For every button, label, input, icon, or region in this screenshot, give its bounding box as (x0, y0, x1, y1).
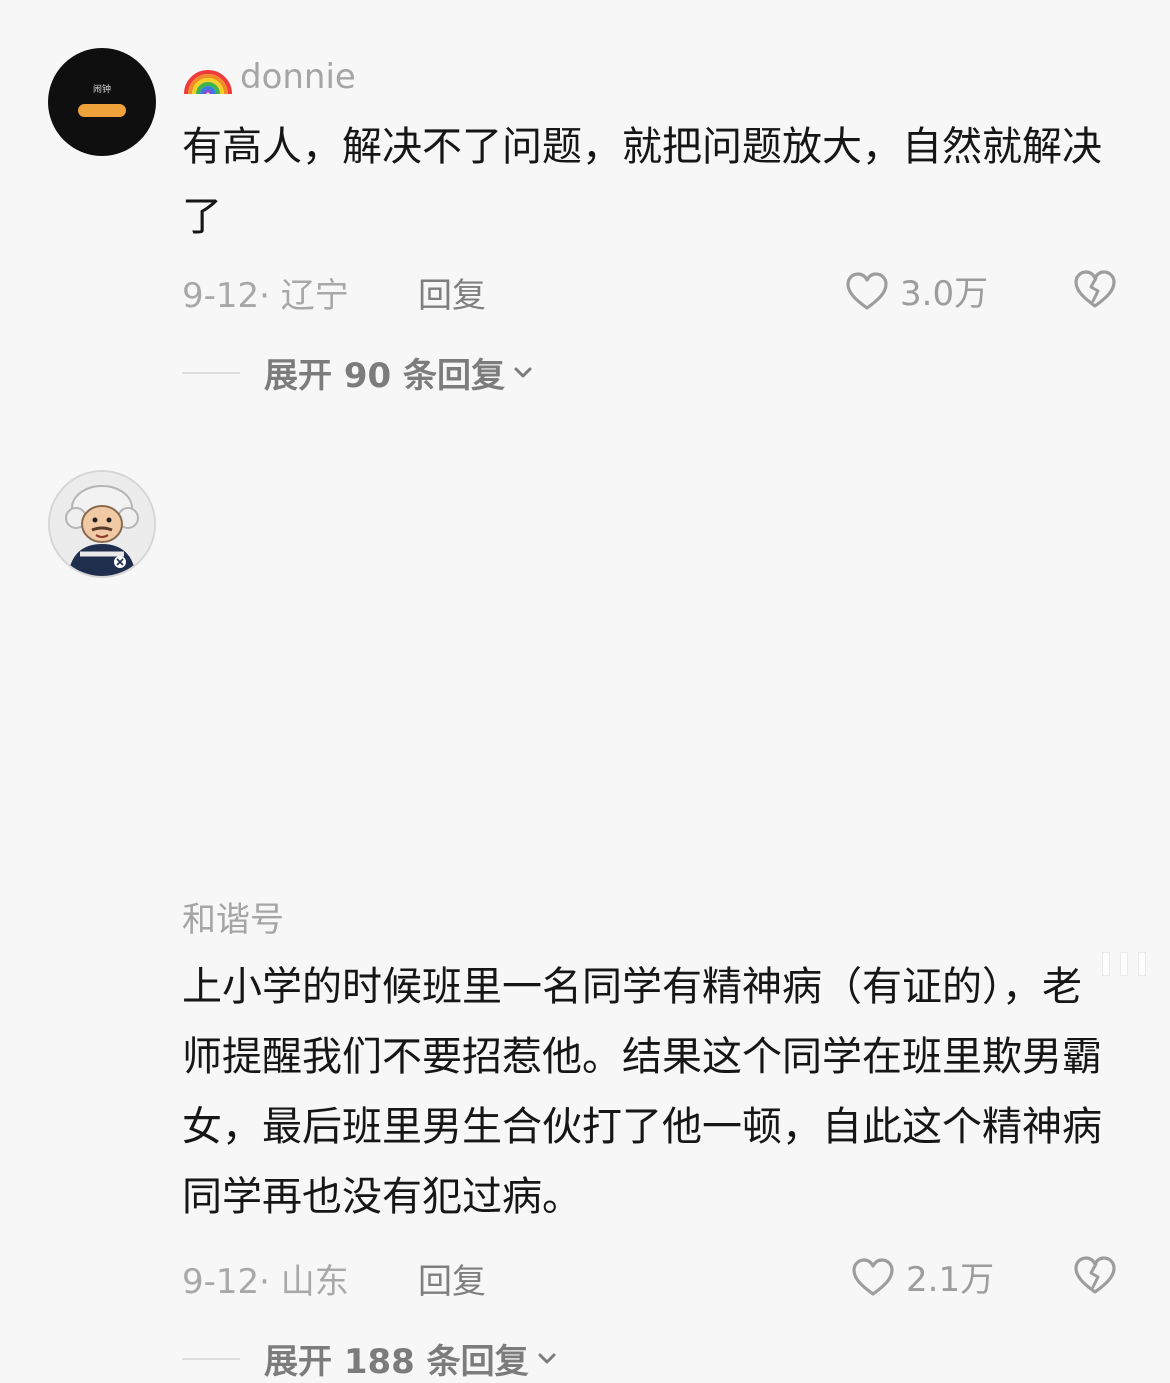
like-count: 2.1万 (906, 1260, 995, 1300)
chevron-down-icon (514, 367, 532, 377)
broken-heart-icon[interactable] (1072, 1254, 1118, 1296)
reply-button[interactable]: 回复 (418, 268, 486, 317)
avatar[interactable]: 闹钟 (48, 48, 156, 156)
avatar[interactable] (48, 470, 156, 578)
heart-outline-icon (852, 1257, 894, 1296)
like-count: 3.0万 (900, 274, 989, 314)
like-button[interactable]: 2.1万 (850, 1252, 994, 1301)
heart-outline-icon (846, 271, 888, 310)
cartoon-avatar-image (50, 472, 154, 576)
comment-date-location: 9-12· 山东 (182, 1262, 349, 1302)
comment-item: 和谐号 上小学的时候班里一名同学有精神病（有证的），老师提醒我们不要招惹他。结果… (0, 420, 1170, 1382)
avatar-clock-button (78, 104, 126, 117)
expand-replies[interactable]: 展开 90 条回复 (182, 348, 533, 397)
divider-line (182, 1357, 240, 1360)
expand-replies-label[interactable]: 展开 188 条回复 (264, 1334, 529, 1383)
reply-button[interactable]: 回复 (418, 1254, 486, 1303)
like-button[interactable]: 3.0万 (844, 266, 988, 315)
expand-replies[interactable]: 展开 188 条回复 (182, 1334, 557, 1383)
divider-line (182, 371, 240, 374)
expand-replies-label[interactable]: 展开 90 条回复 (264, 348, 505, 397)
watermark-mark (1102, 952, 1146, 976)
chevron-down-icon (538, 1353, 556, 1363)
avatar-clock-label: 闹钟 (92, 85, 111, 95)
rainbow-icon (184, 70, 232, 95)
comment-date-location: 9-12· 辽宁 (182, 276, 349, 316)
username[interactable]: donnie (240, 57, 356, 97)
comment-text: 上小学的时候班里一名同学有精神病（有证的），老师提醒我们不要招惹他。结果这个同学… (182, 964, 1102, 1220)
username-row[interactable]: donnie (182, 52, 356, 97)
broken-heart-icon[interactable] (1072, 268, 1118, 310)
username[interactable]: 和谐号 (182, 892, 284, 941)
comment-text: 有高人，解决不了问题，就把问题放大，自然就解决了 (182, 124, 1102, 240)
comment-item: 闹钟 donnie 有高人，解决不了问题，就把问题放大，自然就解决了 9-12·… (0, 0, 1170, 420)
